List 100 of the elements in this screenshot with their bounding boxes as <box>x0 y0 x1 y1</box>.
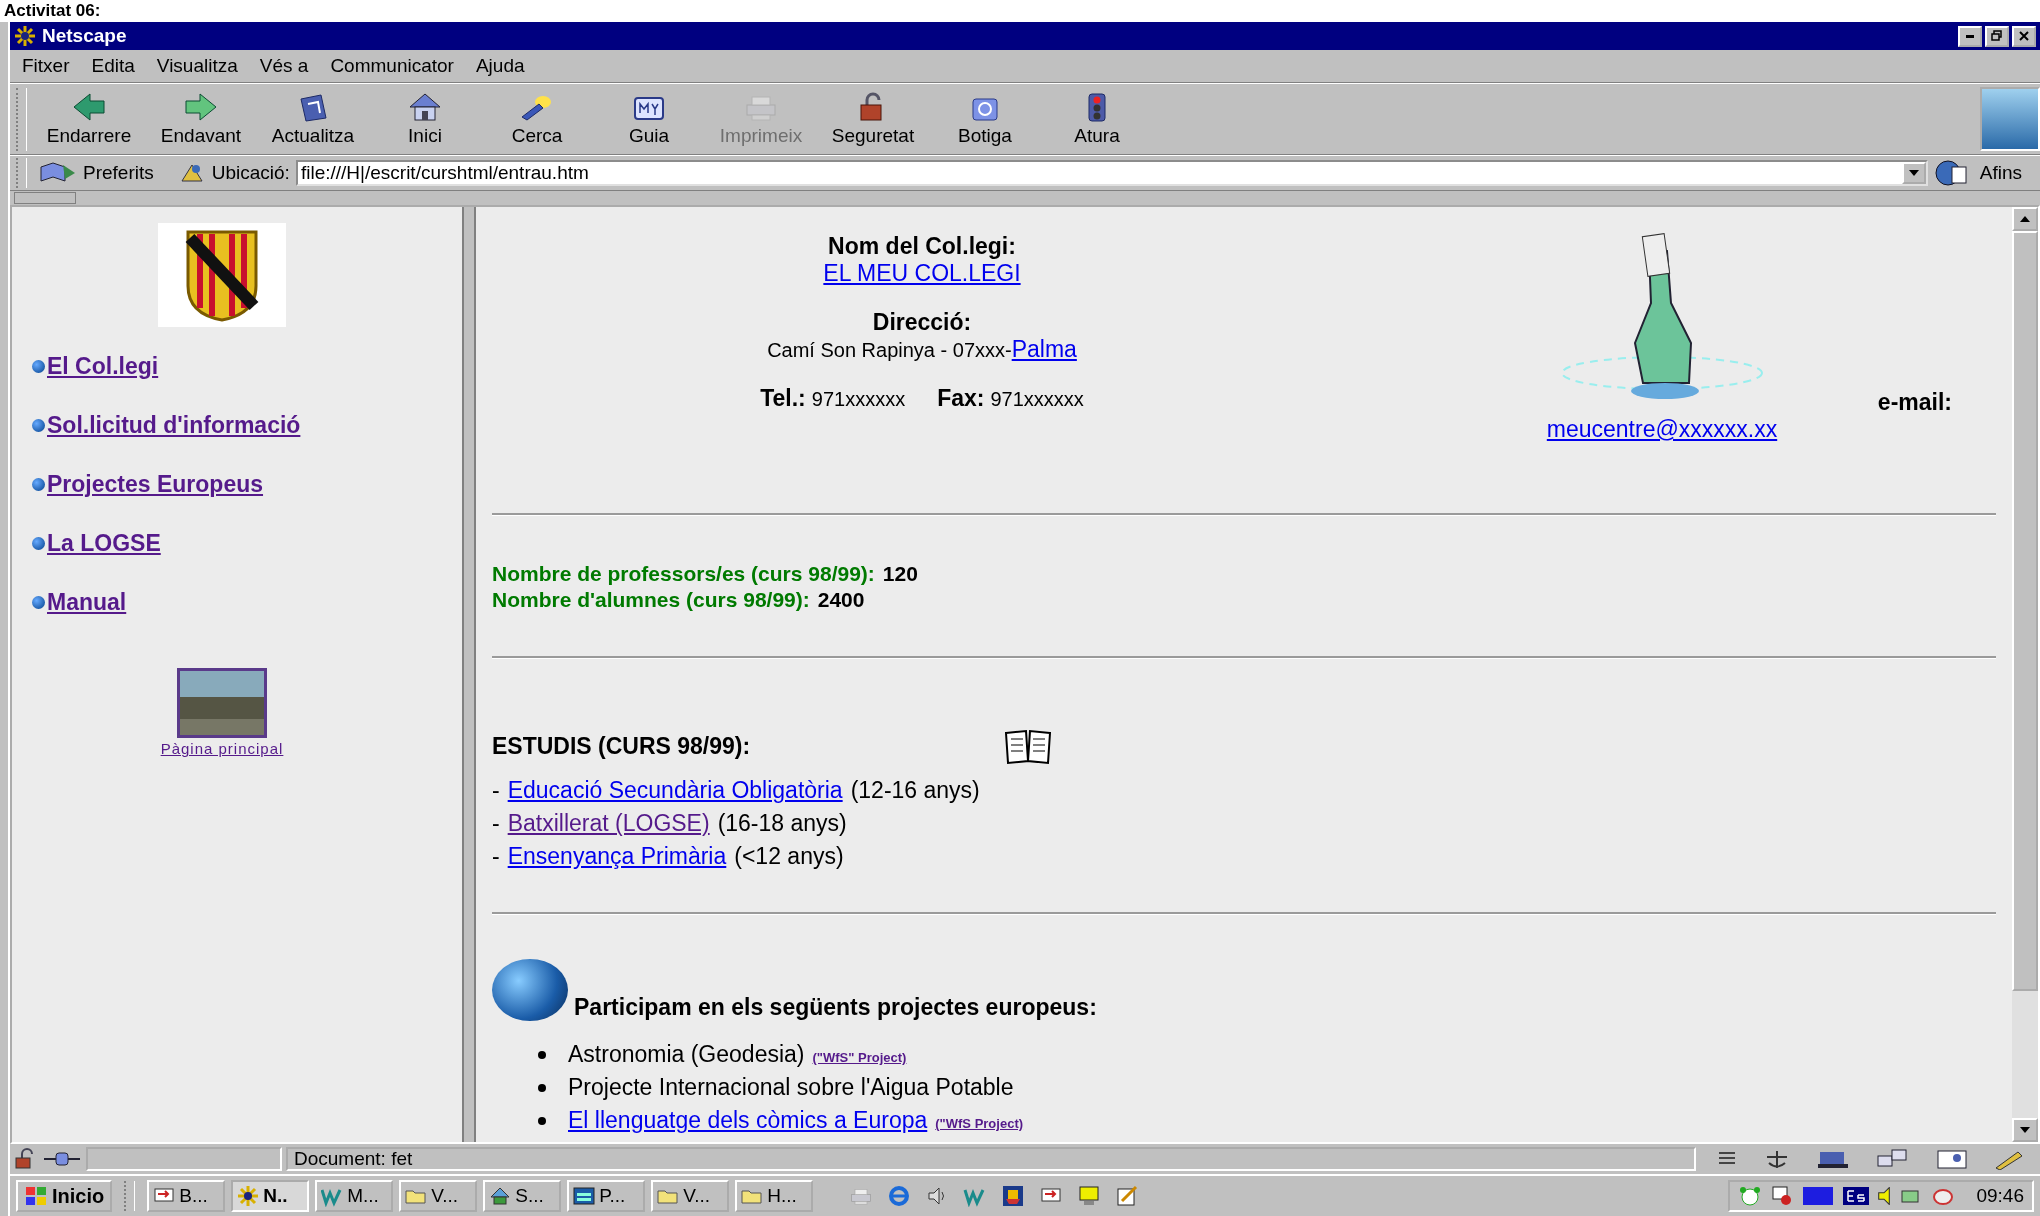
coat-of-arms-icon <box>158 223 286 327</box>
project-text: Astronomia (Geodesia) <box>568 1041 805 1068</box>
city-link[interactable]: Palma <box>1011 336 1077 363</box>
minimize-button[interactable] <box>1958 25 1982 47</box>
project-link[interactable]: El llenguatge dels còmics a Europa <box>568 1107 928 1134</box>
address-label: Direcció: <box>872 309 972 336</box>
bullet-icon <box>538 1083 546 1092</box>
photo-placeholder[interactable] <box>177 668 267 738</box>
monitor-icon <box>1077 1185 1102 1207</box>
minimize-icon <box>1966 34 1974 38</box>
studies-link[interactable]: Ensenyança Primària <box>507 843 727 870</box>
left-arrow-icon <box>71 91 107 123</box>
school-name-link[interactable]: EL MEU COL.LEGI <box>823 260 1021 287</box>
taskbar-button[interactable]: S... <box>483 1180 562 1212</box>
menu-item[interactable]: Vés a <box>259 55 309 77</box>
address-text: Camí Son Rapinya - 07xxx- <box>767 339 1012 362</box>
bullet-icon <box>538 1116 546 1125</box>
ship-icon <box>1001 1185 1026 1207</box>
taskbar-grip[interactable] <box>124 1181 136 1211</box>
window-title: Netscape <box>42 25 127 47</box>
stat-label: Nombre de professors/es (curs 98/99): <box>492 562 875 586</box>
toolbar-button[interactable]: Guia <box>593 91 705 147</box>
menu-item[interactable]: Fitxer <box>22 55 70 77</box>
language-indicator-icon <box>1842 1185 1871 1207</box>
location-label: Ubicació: <box>211 162 290 184</box>
sidebar-link[interactable]: El Col.legi <box>47 353 159 380</box>
menu-item[interactable]: Ajuda <box>475 55 525 77</box>
list-dash: - <box>492 843 500 870</box>
bullet-icon <box>32 419 45 432</box>
toolbar-grip[interactable] <box>16 157 27 189</box>
taskbar-button[interactable]: N.. <box>231 1180 310 1212</box>
scrollbar[interactable] <box>2012 207 2038 1142</box>
status-text: Document: fet <box>294 1148 413 1169</box>
volume-icon <box>1878 1187 1891 1205</box>
taskbar-button[interactable]: H... <box>735 1180 814 1212</box>
bullet-icon <box>32 478 45 491</box>
studies-link[interactable]: Batxillerat (LOGSE) <box>507 810 710 837</box>
toolbar-button[interactable]: Atura <box>1041 91 1153 147</box>
studies-link[interactable]: Educació Secundària Obligatòria <box>507 777 843 804</box>
menu-item[interactable]: Edita <box>91 55 135 77</box>
stat-value: 2400 <box>817 588 865 612</box>
bullet-icon <box>32 596 45 609</box>
browser-logo-icon <box>14 25 36 47</box>
taskbar-button[interactable]: B... <box>147 1180 226 1212</box>
browser-e-icon <box>887 1185 912 1207</box>
connection-plug-icon <box>42 1149 82 1169</box>
toolbar-button[interactable]: Endarrere <box>33 91 145 147</box>
email-label: e-mail: <box>1877 389 1952 416</box>
menu-item[interactable]: Visualitza <box>156 55 238 77</box>
dropdown-button[interactable] <box>1901 162 1926 184</box>
bullet-icon <box>32 360 45 373</box>
stat-value: 120 <box>882 562 918 586</box>
notepad-pen-icon <box>1115 1185 1140 1207</box>
url-field[interactable]: file:///H|/escrit/curshtml/entrau.htm <box>295 160 1928 186</box>
toolbar-button[interactable]: Endavant <box>145 91 257 147</box>
page-caption: Activitat 06: <box>4 0 101 22</box>
right-arrow-icon <box>183 91 219 123</box>
restore-button[interactable] <box>1985 25 2009 47</box>
project-text: Projecte Internacional sobre l'Aigua Potable <box>568 1074 1014 1101</box>
start-button[interactable]: Inicio <box>16 1180 113 1212</box>
project-tag-link[interactable]: ("WfS" Project) <box>812 1050 907 1065</box>
fax-label: Fax: <box>937 385 985 412</box>
list-dash: - <box>492 810 500 837</box>
toolbar-button[interactable]: Inici <box>369 91 481 147</box>
star-logo-icon <box>237 1185 260 1207</box>
home-link[interactable]: Pàgina principal <box>160 740 284 757</box>
close-button[interactable] <box>2012 25 2036 47</box>
fax-value: 971xxxxxx <box>990 388 1084 411</box>
panda-icon <box>1738 1185 1763 1207</box>
email-link[interactable]: meucentre@xxxxxx.xx <box>1546 416 1778 443</box>
menu-item[interactable]: Communicator <box>330 55 454 77</box>
age-range: (<12 anys) <box>734 843 844 870</box>
taskbar-button[interactable]: P... <box>567 1180 646 1212</box>
school-name-label: Nom del Col.legi: <box>828 233 1016 260</box>
down-arrow-icon[interactable] <box>2020 1127 2030 1133</box>
address-card-icon <box>1936 1148 1968 1170</box>
book-icon <box>1004 727 1053 765</box>
toolbar-button[interactable]: Cerca <box>481 91 593 147</box>
discussion-icon <box>1876 1148 1910 1170</box>
projects-heading: Participam en els següents projectes europeus: <box>574 994 1097 1021</box>
toolbar-button[interactable]: Seguretat <box>817 91 929 147</box>
toolbar-button[interactable]: Actualitza <box>257 91 369 147</box>
project-tag-link[interactable]: ("WfS Project) <box>935 1116 1024 1131</box>
related-button[interactable]: Afins <box>1933 159 2040 187</box>
house-icon <box>407 91 443 123</box>
taskbar-button[interactable]: V... <box>399 1180 478 1212</box>
studies-heading: ESTUDIS (CURS 98/99): <box>492 732 751 760</box>
taskbar-button[interactable]: M... <box>315 1180 394 1212</box>
sidebar-link[interactable]: Projectes Europeus <box>47 471 264 498</box>
toolbar-button[interactable]: Botiga <box>929 91 1041 147</box>
sidebar-link[interactable]: Manual <box>47 589 127 616</box>
sidebar-link[interactable]: La LOGSE <box>47 530 161 557</box>
sidebar-link[interactable]: Sol.licitud d'informació <box>47 412 301 439</box>
bookmarks-button[interactable]: Preferits <box>39 161 154 185</box>
tab-grip[interactable] <box>14 192 76 204</box>
taskbar-button[interactable]: V... <box>651 1180 730 1212</box>
toolbar-grip[interactable] <box>16 87 27 151</box>
age-range: (12-16 anys) <box>850 777 980 804</box>
list-dash: - <box>492 777 500 804</box>
up-arrow-icon[interactable] <box>2020 216 2030 222</box>
